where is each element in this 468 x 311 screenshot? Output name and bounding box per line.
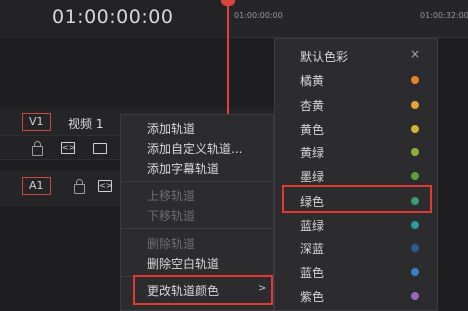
color-swatch-dark-green (411, 172, 419, 180)
menu-delete-track: 删除轨道 (147, 237, 196, 251)
close-icon[interactable]: × (410, 47, 420, 61)
color-default[interactable]: 默认色彩 (300, 48, 348, 65)
color-swatch-navy (411, 244, 419, 252)
color-swatch-apricot (411, 101, 419, 109)
color-swatch-blue (411, 268, 419, 276)
color-item-dark-green[interactable]: 墨绿 (300, 168, 324, 185)
color-swatch-orange (411, 76, 419, 84)
auto-track-select-icon[interactable]: <> (61, 142, 75, 154)
color-item-navy[interactable]: 深蓝 (300, 240, 324, 257)
color-item-yellow[interactable]: 黄色 (300, 121, 324, 138)
color-item-blue[interactable]: 蓝色 (300, 264, 324, 281)
track-color-submenu: 默认色彩 × 橘黄 杏黄 黄色 黄绿 墨绿 绿色 蓝绿 深蓝 蓝色 紫色 (274, 38, 438, 311)
color-swatch-purple (411, 292, 419, 300)
highlight-green (282, 185, 432, 213)
color-item-apricot[interactable]: 杏黄 (300, 97, 324, 114)
track-context-menu: 添加轨道 添加自定义轨道... 添加字幕轨道 上移轨道 下移轨道 删除轨道 删除… (120, 114, 274, 311)
color-swatch-yellow (411, 125, 419, 133)
color-item-purple[interactable]: 紫色 (300, 288, 324, 305)
menu-separator (121, 228, 273, 229)
track-tag-a1[interactable]: A1 (22, 177, 51, 195)
lock-icon[interactable] (74, 179, 85, 194)
color-swatch-teal (411, 221, 419, 229)
auto-track-select-icon[interactable]: <> (98, 180, 112, 192)
highlight-change-track-color (133, 275, 273, 305)
color-item-yellow-green[interactable]: 黄绿 (300, 144, 324, 161)
track-tag-v1[interactable]: V1 (22, 113, 51, 131)
color-swatch-yellow-green (411, 148, 419, 156)
track-name-v1[interactable]: 视频 1 (68, 115, 103, 132)
lock-icon[interactable] (32, 141, 43, 156)
menu-move-track-down: 下移轨道 (147, 209, 196, 223)
ruler-label: 01:00:32:00 (420, 11, 468, 20)
menu-separator (121, 181, 273, 182)
color-item-orange[interactable]: 橘黄 (300, 72, 324, 89)
menu-add-custom-track[interactable]: 添加自定义轨道... (147, 140, 242, 157)
timecode-display: 01:00:00:00 (52, 6, 174, 28)
menu-add-subtitle-track[interactable]: 添加字幕轨道 (147, 160, 219, 177)
menu-move-track-up: 上移轨道 (147, 189, 196, 203)
film-icon[interactable] (93, 143, 107, 154)
color-item-teal[interactable]: 蓝绿 (300, 217, 324, 234)
menu-add-track[interactable]: 添加轨道 (147, 120, 195, 137)
menu-delete-empty-tracks[interactable]: 删除空白轨道 (147, 255, 219, 272)
ruler-label: 01:00:00:00 (234, 11, 283, 20)
